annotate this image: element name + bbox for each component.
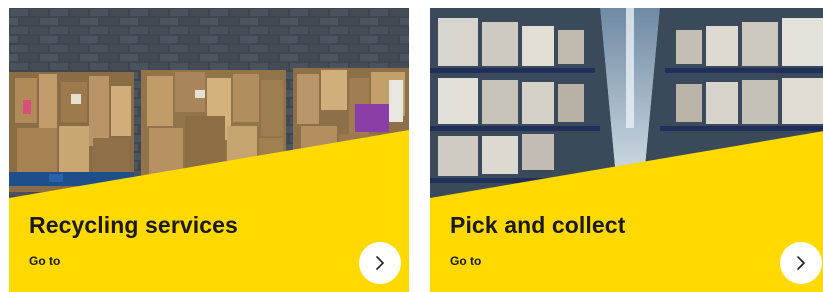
go-button[interactable]: [359, 242, 401, 284]
go-to-link[interactable]: Go to: [450, 254, 481, 268]
chevron-right-icon: [797, 256, 805, 270]
go-to-link[interactable]: Go to: [29, 254, 60, 268]
yellow-panel: [9, 130, 409, 292]
card-recycling-services[interactable]: Recycling services Go to: [9, 8, 409, 292]
card-pick-and-collect[interactable]: Pick and collect Go to: [430, 8, 823, 292]
card-title: Recycling services: [29, 212, 238, 238]
card-title: Pick and collect: [450, 212, 626, 238]
go-button[interactable]: [780, 242, 822, 284]
yellow-panel: [430, 131, 823, 292]
chevron-right-icon: [376, 256, 384, 270]
service-cards: Recycling services Go to Pick and collec…: [0, 0, 823, 292]
